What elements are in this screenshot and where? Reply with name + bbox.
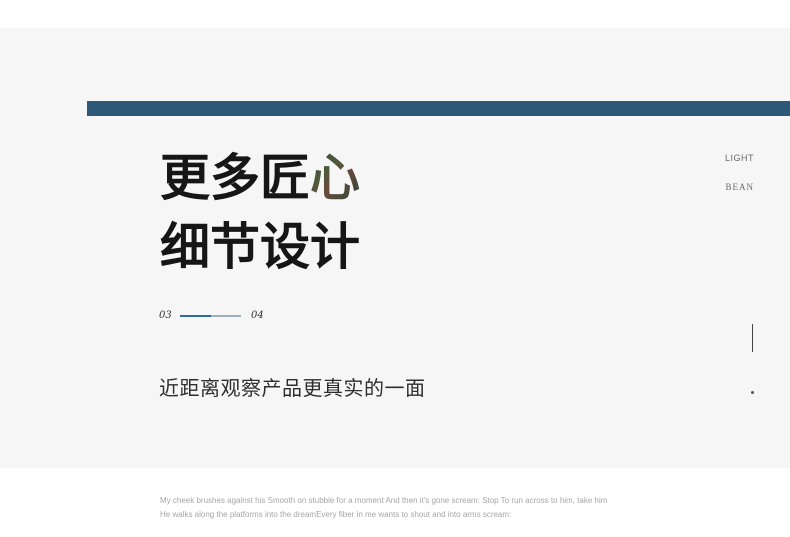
accent-bar — [87, 101, 790, 116]
slide-pager[interactable]: 03 04 — [159, 309, 279, 323]
subtitle: 近距离观察产品更真实的一面 — [159, 376, 426, 400]
pager-progress-fill — [180, 315, 211, 317]
pager-progress-track — [180, 315, 241, 317]
headline-line-1-text: 更多匠 — [160, 149, 310, 207]
vertical-divider — [752, 324, 753, 352]
side-label-bean: BEAN — [725, 182, 754, 192]
headline-line-1-tinted-char: 心 — [310, 149, 360, 207]
footnote-line-2: He walks along the platforms into the dr… — [160, 510, 512, 519]
dot-indicator — [751, 391, 754, 394]
side-label-light: LIGHT — [724, 153, 754, 163]
footnote-line-1: My cheek brushes against his Smooth on s… — [160, 496, 608, 505]
headline-line-1: 更多匠心 — [160, 153, 360, 203]
content-panel — [0, 28, 790, 468]
pager-next-number[interactable]: 04 — [251, 309, 264, 323]
pager-current-number: 03 — [159, 310, 172, 321]
headline-line-2: 细节设计 — [160, 218, 360, 276]
